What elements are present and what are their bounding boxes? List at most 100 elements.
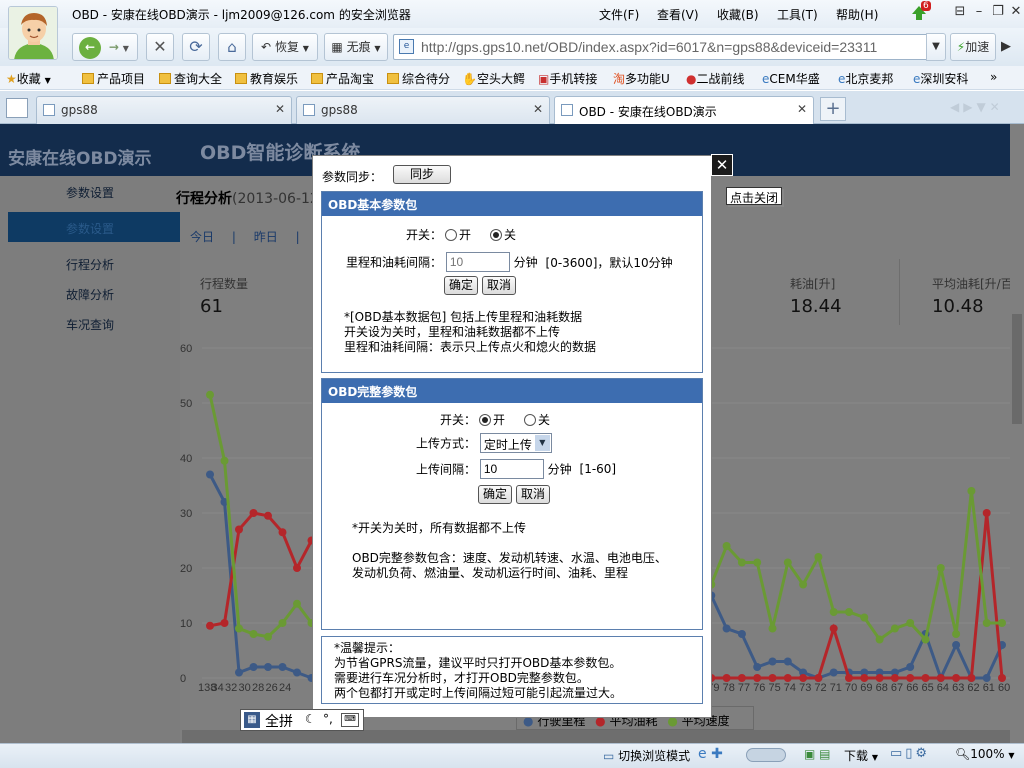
switch-label: 开关：: [406, 228, 443, 242]
full-note-1: *开关为关时，所有数据都不上传: [352, 521, 527, 535]
x-tick-label: 69: [860, 682, 872, 694]
user-avatar[interactable]: [8, 6, 58, 60]
main-title-date: (2013-06-12: [232, 191, 319, 207]
bookmark-item[interactable]: e北京麦邦: [838, 70, 893, 87]
bookmarks-overflow-icon[interactable]: »: [990, 70, 997, 84]
basic-cancel-button[interactable]: 取消: [482, 276, 516, 295]
period-yesterday[interactable]: 昨日: [254, 230, 278, 244]
bookmark-item[interactable]: 产品项目: [82, 70, 145, 87]
scroll-thumb[interactable]: [1012, 314, 1022, 424]
ie-mode-icon[interactable]: e ✚: [698, 746, 723, 762]
accelerate-button[interactable]: ⚡加速: [950, 33, 996, 61]
tab-obd[interactable]: OBD - 安康在线OBD演示 ✕: [554, 96, 814, 125]
full-off-radio[interactable]: [524, 414, 537, 426]
sidebar-item-vehicle[interactable]: 车况查询: [66, 316, 114, 333]
stop-button[interactable]: ✕: [146, 33, 174, 61]
period-sep: |: [295, 230, 300, 244]
new-tab-icon[interactable]: +: [820, 97, 846, 121]
sidebar-item-trip[interactable]: 行程分析: [66, 256, 114, 273]
full-interval-input[interactable]: [479, 459, 544, 479]
speed-toggle-icon[interactable]: [746, 748, 786, 762]
ime-keyboard-icon[interactable]: ⌨: [341, 713, 359, 727]
basic-on-radio[interactable]: [445, 229, 458, 241]
upload-mode-select[interactable]: 定时上传 ▼: [479, 433, 552, 453]
series-point: [921, 635, 930, 644]
tab-gps88-2[interactable]: gps88 ✕: [296, 96, 550, 124]
bookmark-item[interactable]: 淘多功能U: [613, 70, 670, 87]
address-bar[interactable]: e http://gps.gps10.net/OBD/index.aspx?id…: [393, 34, 945, 60]
menu-view[interactable]: 查看(V): [657, 6, 699, 23]
bookmark-item[interactable]: e深圳安科: [913, 70, 968, 87]
sidebar-item-params-active[interactable]: 参数设置: [8, 212, 180, 242]
menu-tools[interactable]: 工具(T): [777, 6, 818, 23]
tab-scroll-icons[interactable]: ◀▶▼✕: [950, 100, 1004, 114]
back-icon[interactable]: ←: [79, 36, 101, 59]
dialog-close-button[interactable]: ✕: [711, 154, 733, 176]
notrace-button[interactable]: ▦ 无痕 ▼: [324, 33, 388, 61]
bookmark-item[interactable]: ▣手机转接: [538, 70, 597, 87]
ime-punct-icon[interactable]: °,: [323, 712, 333, 726]
bookmark-item[interactable]: ●二战前线: [686, 70, 745, 87]
history-dropdown-icon[interactable]: ▼: [123, 44, 129, 53]
y-tick-label: 60: [180, 343, 192, 355]
bookmark-item[interactable]: ✋空头大鳄: [462, 70, 525, 87]
tab-close-icon[interactable]: ✕: [275, 102, 285, 116]
basic-off-radio[interactable]: [490, 229, 503, 241]
forward-icon[interactable]: →: [109, 40, 119, 54]
back-forward-group[interactable]: ← → ▼: [72, 33, 138, 61]
series-line: [696, 512, 1004, 680]
series-point: [936, 564, 945, 572]
bookmark-item[interactable]: 综合待分: [387, 70, 450, 87]
page-vscrollbar[interactable]: [1010, 124, 1024, 743]
status-icons[interactable]: ▣ ▤: [804, 747, 831, 761]
basic-interval-input[interactable]: [445, 252, 510, 272]
address-url[interactable]: http://gps.gps10.net/OBD/index.aspx?id=6…: [421, 39, 877, 55]
favorites-menu[interactable]: ★收藏 ▼: [6, 70, 51, 87]
full-cancel-button[interactable]: 取消: [516, 485, 550, 504]
full-on-radio[interactable]: [479, 414, 492, 426]
sidebar-item-fault[interactable]: 故障分析: [66, 286, 114, 303]
folder-icon: [387, 73, 399, 84]
basic-ok-button[interactable]: 确定: [444, 276, 478, 295]
tab-close-icon[interactable]: ✕: [797, 102, 807, 116]
restore-button[interactable]: ↶ 恢复 ▼: [252, 33, 318, 61]
tab-gps88-1[interactable]: gps88 ✕: [36, 96, 292, 124]
menu-help[interactable]: 帮助(H): [836, 6, 878, 23]
zoom-control[interactable]: 🔍︎100% ▼: [955, 747, 1015, 761]
x-tick-label: 26: [266, 682, 278, 694]
address-dropdown-icon[interactable]: ▼: [926, 33, 946, 61]
series-point: [906, 663, 915, 671]
period-today[interactable]: 今日: [190, 230, 214, 244]
bookmark-item[interactable]: 教育娱乐: [235, 70, 298, 87]
ime-logo-icon[interactable]: ▦: [244, 712, 260, 728]
full-ok-button[interactable]: 确定: [478, 485, 512, 504]
refresh-button[interactable]: ⟳: [182, 33, 210, 61]
sidebar-item-params[interactable]: 参数设置: [66, 184, 114, 201]
download-button[interactable]: 下载 ▼: [844, 747, 878, 764]
bookmark-label: 手机转接: [549, 72, 598, 86]
update-arrow-icon[interactable]: 6: [910, 1, 931, 22]
bookmark-item[interactable]: 查询大全: [159, 70, 222, 87]
chevron-down-icon[interactable]: ▼: [534, 435, 550, 451]
series-point: [875, 674, 884, 682]
sidebar-toggle-icon[interactable]: [6, 98, 28, 118]
close-window-icon[interactable]: ✕: [1005, 4, 1024, 22]
menu-favorites[interactable]: 收藏(B): [717, 6, 759, 23]
page-hscrollbar[interactable]: [182, 730, 1010, 743]
basic-note-3: 里程和油耗间隔：表示只上传点火和熄火的数据: [344, 340, 597, 354]
ime-toolbar[interactable]: ▦ 全拼 ☾ °, ⌨: [240, 709, 364, 731]
menu-file[interactable]: 文件(F): [599, 6, 639, 23]
toolbar-next-icon[interactable]: ▶: [1001, 39, 1011, 54]
home-button[interactable]: ⌂: [218, 33, 246, 61]
ime-moon-icon[interactable]: ☾: [305, 712, 316, 726]
interval-hint: [0-3600]，默认10分钟: [545, 255, 673, 270]
bookmark-item[interactable]: 产品淘宝: [311, 70, 374, 87]
full-mode-row: 上传方式： 定时上传 ▼: [416, 433, 552, 453]
ime-mode[interactable]: 全拼: [265, 711, 293, 731]
bookmark-item[interactable]: eCEM华盛: [762, 70, 820, 87]
y-tick-label: 50: [180, 398, 192, 410]
tool-icons[interactable]: ▭▯⚙: [890, 746, 930, 761]
browse-mode-switch[interactable]: ▭ 切换浏览模式: [603, 747, 690, 764]
sync-button[interactable]: 同步: [393, 165, 451, 184]
tab-close-icon[interactable]: ✕: [533, 102, 543, 116]
